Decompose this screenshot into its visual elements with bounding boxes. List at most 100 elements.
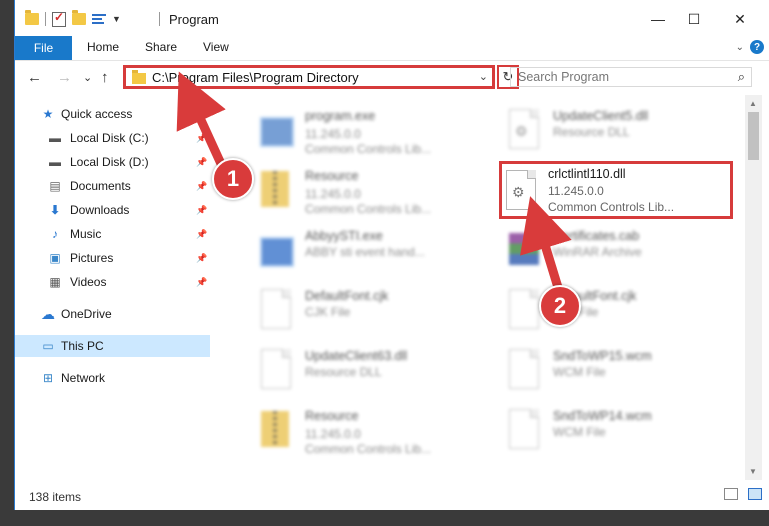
sidebar-item-label: Music [70,227,102,241]
customize-list-icon[interactable] [92,13,106,25]
file-item[interactable]: Resource 11.245.0.0 Common Controls Lib.… [245,161,485,217]
highlighted-file-item[interactable]: ⚙ crlctlintl110.dll 11.245.0.0 Common Co… [499,161,733,219]
sidebar-item-pictures[interactable]: ▣ Pictures 📌 [15,247,210,269]
step-2-badge: 2 [539,285,581,327]
file-item[interactable]: DefaultFont.cjk CJK File [493,281,733,337]
status-bar: 138 items [15,480,769,510]
file-version: 11.245.0.0 [548,184,604,198]
help-icon[interactable]: ? [750,40,764,54]
download-icon: ⬇ [49,203,61,217]
search-icon[interactable]: ⌕ [738,69,745,85]
chevron-down-icon[interactable]: ⌄ [479,70,488,83]
search-placeholder: Search Program [518,70,610,84]
step-1-badge: 1 [212,158,254,200]
scroll-down-icon[interactable]: ▼ [749,467,757,476]
file-icon [505,407,541,451]
sidebar-item-label: Downloads [70,203,130,217]
file-list: program.exe 11.245.0.0 Common Controls L… [225,95,745,480]
pin-icon[interactable]: 📌 [196,157,207,168]
tab-share[interactable]: Share [145,40,177,54]
computer-icon: ▭ [42,339,54,353]
file-item[interactable]: program.exe 11.245.0.0 Common Controls L… [245,101,485,157]
file-item[interactable]: DefaultFont.cjk CJK File [245,281,485,337]
pin-icon[interactable]: 📌 [196,205,207,216]
file-item[interactable]: SndToWP15.wcm WCM File [493,341,733,397]
divider [159,12,160,26]
sidebar-item-local-disk-c[interactable]: ▬ Local Disk (C:) 📌 [15,127,210,149]
vertical-scrollbar[interactable]: ▲ ▼ [745,95,762,480]
pin-icon[interactable]: 📌 [196,181,207,192]
dll-icon: ⚙ [505,107,541,151]
tab-file[interactable]: File [15,36,72,60]
file-item[interactable]: UpdateClient63.dll Resource DLL [245,341,485,397]
sidebar-item-label: Quick access [61,107,133,121]
folder-icon [25,10,39,25]
file-icon [257,347,293,391]
pin-icon[interactable]: 📌 [196,133,207,144]
folder-icon [132,70,146,84]
sidebar-item-network[interactable]: ⊞ Network [15,367,210,389]
zip-icon [257,407,293,451]
sidebar-item-local-disk-d[interactable]: ▬ Local Disk (D:) 📌 [15,151,210,173]
chevron-down-icon[interactable]: ⌄ [736,42,744,53]
address-path[interactable]: C:\Program Files\Program Directory [152,70,359,85]
sidebar-item-documents[interactable]: ▤ Documents 📌 [15,175,210,197]
sidebar-item-music[interactable]: ♪ Music 📌 [15,223,210,245]
file-item[interactable]: Certificates.cab WinRAR Archive [493,221,733,277]
file-type: Common Controls Lib... [548,200,675,214]
dll-icon: ⚙ [506,170,542,214]
videos-icon: ▦ [49,275,61,289]
view-toggle [724,488,762,500]
zip-icon [257,167,293,211]
details-view-icon[interactable] [724,488,738,500]
rar-icon [505,227,541,271]
sidebar-item-videos[interactable]: ▦ Videos 📌 [15,271,210,293]
file-item[interactable]: ⚙ UpdateClient5.dll Resource DLL [493,101,733,157]
exe-icon [257,107,294,151]
drive-icon: ▬ [49,131,61,145]
new-folder-icon[interactable] [72,10,86,25]
cloud-icon: ☁ [41,305,55,322]
tab-view[interactable]: View [203,40,229,54]
network-icon: ⊞ [42,371,54,385]
sidebar-item-label: Videos [70,275,107,289]
ribbon-controls: ⌄ ? [736,40,764,54]
file-item[interactable]: Resource 11.245.0.0 Common Controls Lib.… [245,401,485,457]
documents-icon: ▤ [49,179,61,193]
file-item[interactable]: AbbyySTI.exe ABBY sti event hand... [245,221,485,277]
sidebar-item-label: Local Disk (D:) [70,155,149,169]
properties-check-icon[interactable] [52,10,66,27]
forward-arrow-icon[interactable]: → [57,69,72,86]
recent-locations-icon[interactable]: ⌄ [83,71,92,84]
up-arrow-icon[interactable]: ↑ [101,69,109,86]
file-icon [505,287,541,331]
sidebar-item-onedrive[interactable]: ☁ OneDrive [15,303,210,325]
scroll-thumb[interactable] [748,112,759,160]
file-icon [257,287,293,331]
pin-icon[interactable]: 📌 [196,253,207,264]
back-arrow-icon[interactable]: ← [27,69,42,86]
address-bar[interactable]: C:\Program Files\Program Directory ⌄ [123,65,495,89]
explorer-window: ▼ Program — ☐ ✕ File Home Share View ⌄ ?… [14,0,769,510]
chevron-down-icon[interactable]: ▼ [112,14,121,24]
file-item[interactable]: SndToWP14.wcm WCM File [493,401,733,457]
sidebar-item-label: Network [61,371,106,385]
navigation-bar: ← → ⌄ ↑ C:\Program Files\Program Directo… [15,61,769,95]
sidebar-item-this-pc[interactable]: ▭ This PC [15,335,210,357]
pin-icon[interactable]: 📌 [196,229,207,240]
file-icon [505,347,541,391]
search-input[interactable]: Search Program ⌕ [510,67,752,87]
close-button[interactable]: ✕ [717,6,763,32]
music-icon: ♪ [52,227,58,241]
quick-access-toolbar: ▼ [25,10,121,28]
pin-icon[interactable]: 📌 [196,277,207,288]
sidebar-item-quick-access[interactable]: ★ Quick access [15,103,210,125]
sidebar-item-downloads[interactable]: ⬇ Downloads 📌 [15,199,210,221]
tiles-view-icon[interactable] [748,488,762,500]
maximize-button[interactable]: ☐ [671,6,717,32]
exe-icon [257,227,294,271]
scroll-up-icon[interactable]: ▲ [749,99,757,108]
tab-home[interactable]: Home [87,40,119,54]
file-name: crlctlintl110.dll [548,167,626,181]
pictures-icon: ▣ [49,251,61,265]
